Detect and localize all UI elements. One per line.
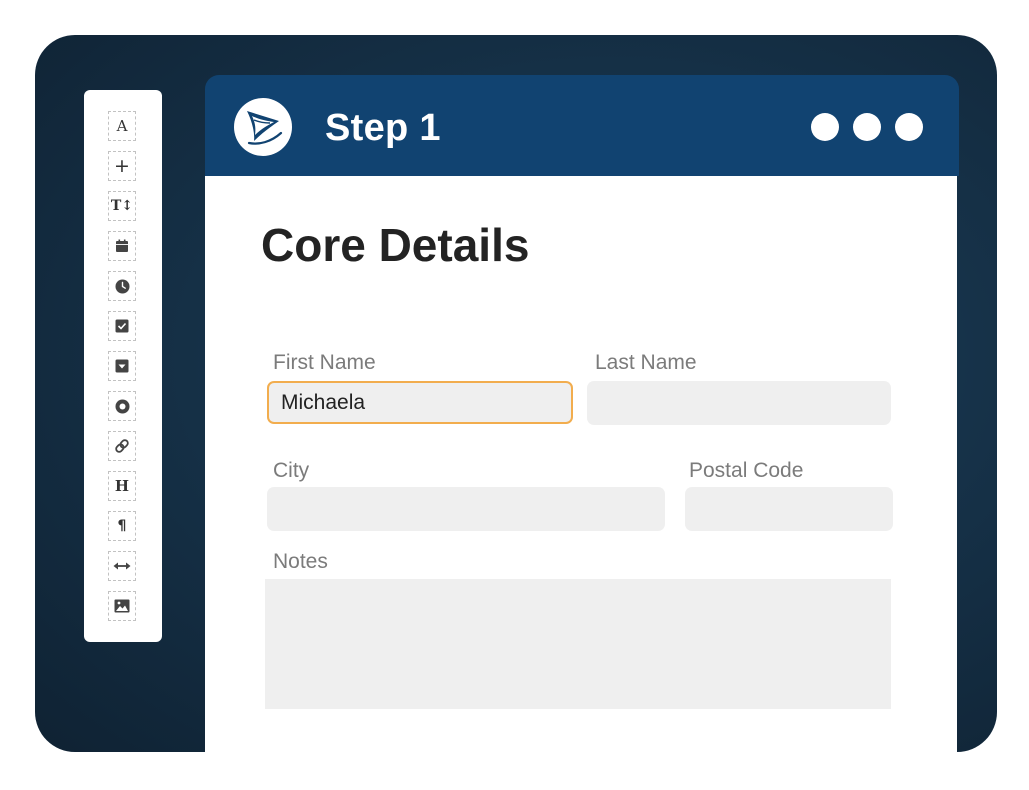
last-name-input[interactable] [587,381,891,425]
date-tool-button[interactable] [108,231,136,261]
heading-tool-button[interactable]: H [108,471,136,501]
notes-textarea[interactable] [265,579,891,709]
first-name-label: First Name [273,351,376,374]
city-label: City [273,459,310,482]
time-tool-button[interactable] [108,271,136,301]
window-controls [811,113,923,141]
last-name-label: Last Name [595,351,697,374]
paragraph-icon: ¶ [117,518,127,534]
toolbox-panel: A + T↕ H ¶ [84,90,162,642]
divider-tool-button[interactable] [108,551,136,581]
text-size-icon: T↕ [110,198,134,214]
dot-icon[interactable] [853,113,881,141]
image-icon [114,599,130,613]
checkbox-tool-button[interactable] [108,311,136,341]
paragraph-tool-button[interactable]: ¶ [108,511,136,541]
form-window: Step 1 Core Details First Name Last Name… [205,75,959,752]
notes-label: Notes [273,550,328,573]
clock-icon [115,279,129,293]
dropdown-tool-button[interactable] [108,351,136,381]
paper-plane-logo-icon [234,98,292,156]
letter-a-icon: A [116,116,128,135]
dropdown-icon [115,359,129,373]
window-header: Step 1 [205,75,959,176]
city-input[interactable] [267,487,665,531]
link-tool-button[interactable] [108,431,136,461]
dot-icon[interactable] [895,113,923,141]
radio-icon [115,399,129,413]
postal-code-input[interactable] [685,487,893,531]
calendar-icon [116,239,128,252]
background-frame: A + T↕ H ¶ Step 1 Core Details First Nam… [35,35,997,752]
form-content: Core Details First Name Last Name City P… [205,176,957,752]
dot-icon[interactable] [811,113,839,141]
form-title: Core Details [261,219,530,271]
arrows-horizontal-icon [113,562,131,570]
font-size-tool-button[interactable]: T↕ [108,191,136,221]
add-tool-button[interactable]: + [108,151,136,181]
first-name-input[interactable] [267,381,573,424]
link-icon [115,439,129,453]
postal-code-label: Postal Code [689,459,804,482]
image-tool-button[interactable] [108,591,136,621]
step-title: Step 1 [325,107,441,149]
radio-tool-button[interactable] [108,391,136,421]
heading-icon: H [114,476,130,495]
plus-icon: + [114,154,130,177]
text-tool-button[interactable]: A [108,111,136,141]
checkbox-icon [115,319,129,333]
